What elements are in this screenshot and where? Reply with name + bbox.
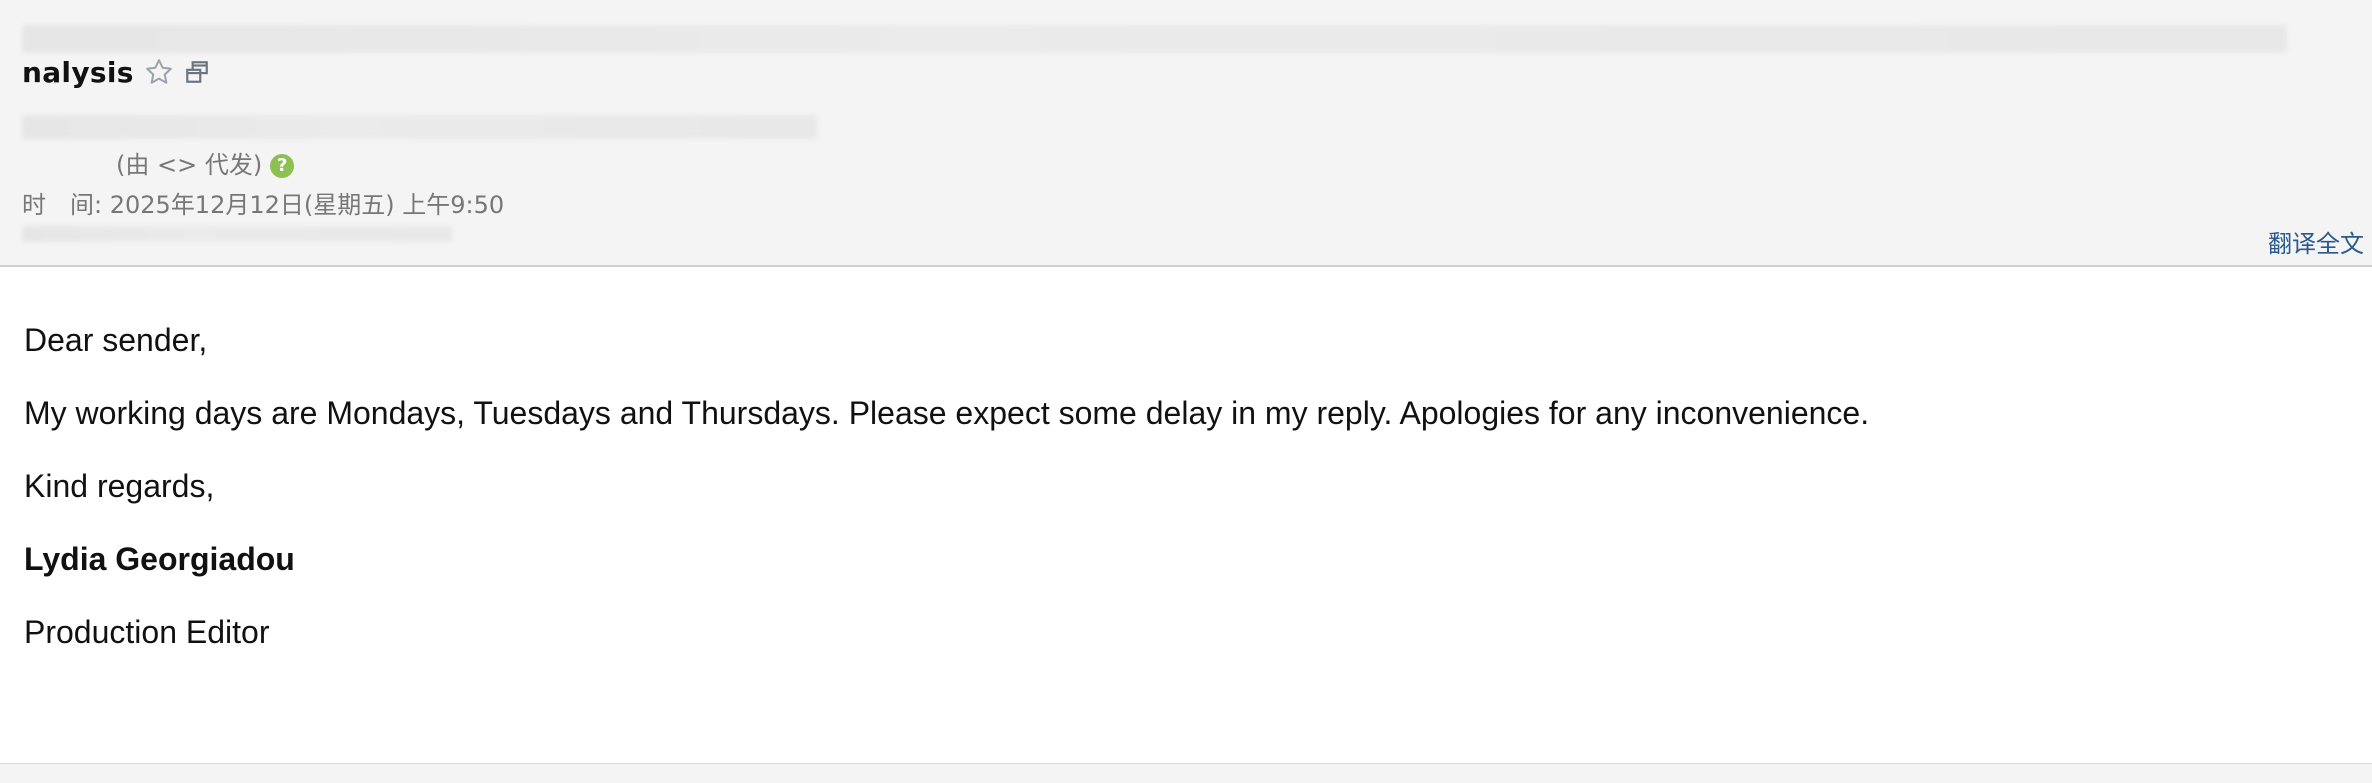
greeting: Dear sender, — [24, 322, 208, 358]
signature-name: Lydia Georgiadou — [24, 541, 295, 577]
sender-via-line: (由 <> 代发)? — [116, 145, 295, 180]
message-paragraph: My working days are Mondays, Tuesdays an… — [24, 395, 1870, 431]
translate-full-text-link[interactable]: 翻译全文 — [2268, 224, 2364, 259]
popout-window-icon[interactable] — [184, 59, 210, 85]
email-body: Dear sender, My working days are Mondays… — [24, 322, 1870, 690]
time-label: 时 间: — [22, 191, 103, 219]
time-value: 2025年12月12日(星期五) 上午9:50 — [109, 191, 505, 219]
sender-via-text: (由 <> 代发) — [116, 151, 263, 179]
help-icon[interactable]: ? — [270, 153, 295, 178]
star-icon[interactable] — [144, 57, 174, 87]
closing: Kind regards, — [24, 468, 215, 504]
redacted-sender — [22, 115, 817, 139]
redacted-text — [22, 25, 2287, 53]
time-line: 时 间: 2025年12月12日(星期五) 上午9:50 — [22, 185, 504, 220]
redacted-recipient — [22, 226, 452, 242]
email-subject: nalysis — [22, 55, 134, 89]
footer-divider — [0, 763, 2372, 783]
subject-row: nalysis — [22, 52, 210, 92]
signature-title: Production Editor — [24, 614, 270, 650]
email-header: nalysis (由 <> 代发)? 时 间: 2025年12月12日(星期五)… — [0, 0, 2372, 267]
